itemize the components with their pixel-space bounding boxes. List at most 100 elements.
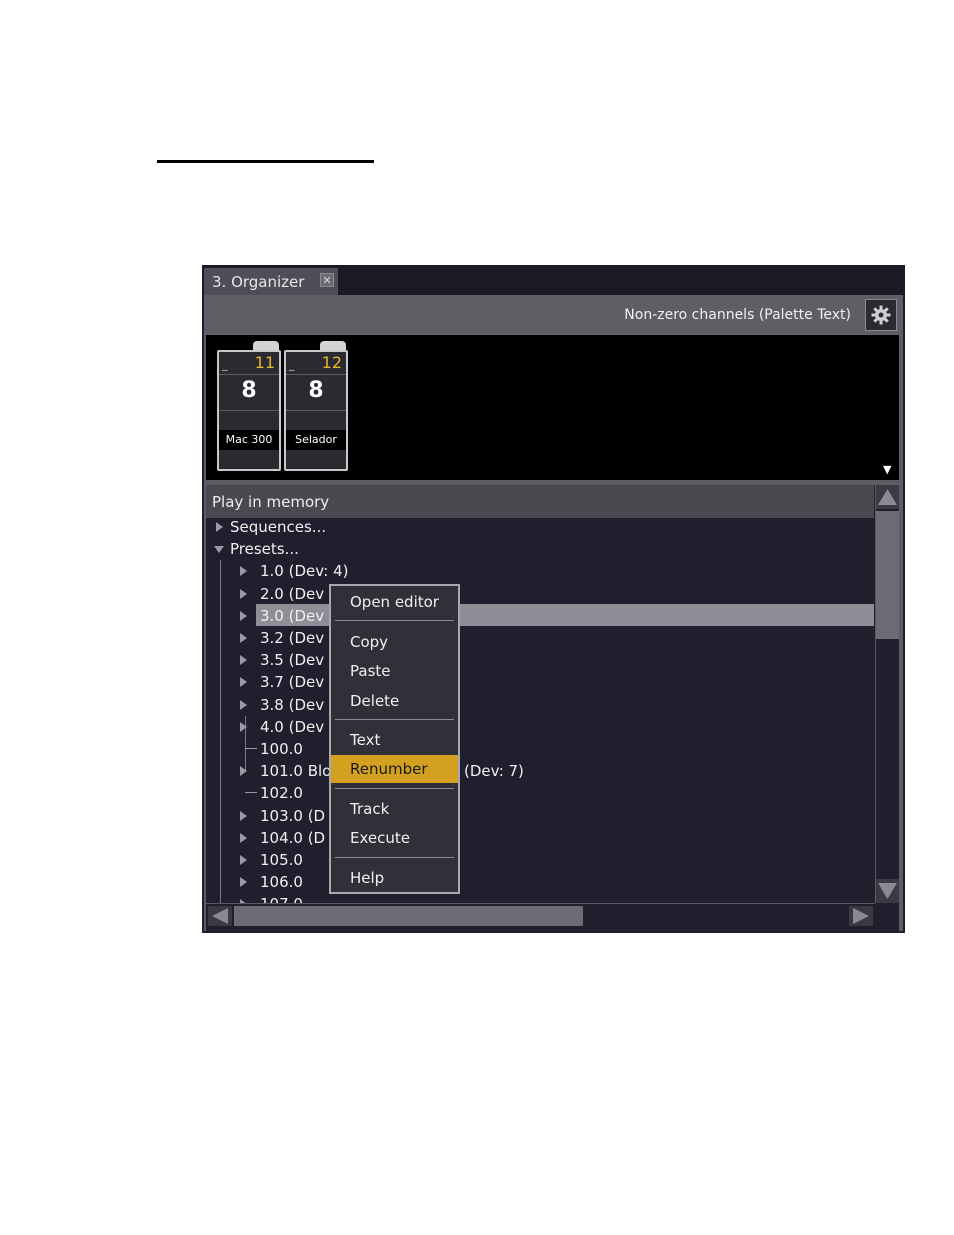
gear-icon [871, 305, 891, 325]
fixture-name: Selador [286, 430, 346, 450]
tree-leaf-connector [245, 792, 257, 794]
chevron-right-icon[interactable] [240, 810, 247, 821]
tree-item-label: 103.0 (D [260, 806, 326, 825]
fixture-value: 8 [308, 378, 324, 403]
tree-item-label: 3.8 (Dev [260, 695, 325, 714]
tree-item-label: 4.0 (Dev [260, 717, 325, 736]
tree-item-suffix: (Dev: 7) [464, 762, 524, 781]
chevron-right-icon[interactable] [240, 699, 247, 710]
fixture-divider [219, 410, 279, 411]
fixture-value: 8 [241, 378, 257, 403]
tree-header-label: Play in memory [212, 493, 330, 511]
tree-item-label: 3.2 (Dev [260, 629, 325, 647]
chevron-right-icon[interactable] [240, 677, 247, 688]
scroll-up-button[interactable] [876, 485, 899, 509]
menu-item-label: Track [350, 800, 390, 818]
tree-item-label: 3.0 (Dev [260, 606, 325, 625]
tree-guide-line [220, 560, 221, 921]
tree-header: Play in memory [206, 485, 874, 518]
menu-item-track[interactable]: Track [331, 795, 458, 823]
fixture-tile[interactable]: _ 11 8 Mac 300 [217, 341, 281, 471]
fixture-dash: _ [289, 358, 295, 371]
tab-organizer[interactable]: 3. Organizer ✕ [204, 268, 338, 295]
menu-item-help[interactable]: Help [331, 864, 458, 892]
menu-item-label: Renumber [350, 760, 428, 778]
fixture-name: Mac 300 [219, 430, 279, 450]
chevron-right-icon[interactable] [240, 766, 247, 777]
tree-view: Play in memory Sequences... Presets... 1.0… [206, 485, 899, 931]
arrow-down-icon [878, 883, 897, 899]
fixture-dash: _ [222, 358, 228, 371]
menu-item-execute[interactable]: Execute [331, 824, 458, 852]
chevron-right-icon[interactable] [240, 610, 247, 621]
organizer-window: 3. Organizer ✕ Non-zero channels (Palett… [202, 265, 905, 933]
menu-item-label: Paste [350, 662, 391, 680]
tab-title: 3. Organizer [212, 273, 305, 291]
tree-item-label: 102.0 [260, 784, 303, 803]
chevron-right-icon[interactable] [216, 522, 223, 532]
menu-item-label: Execute [350, 829, 410, 847]
scroll-left-button[interactable] [208, 906, 232, 926]
tree-item-label: Sequences... [230, 518, 327, 536]
fixture-scroll-down-icon[interactable]: ▼ [883, 463, 891, 476]
menu-item-label: Text [350, 731, 381, 749]
fixture-number: 12 [321, 353, 342, 372]
page-rule [157, 160, 374, 163]
tree-item-label: 3.7 (Dev [260, 673, 325, 692]
fixture-divider [286, 374, 346, 375]
menu-separator [335, 620, 454, 621]
fixture-divider [219, 374, 279, 375]
fixture-body: _ 11 8 Mac 300 [217, 350, 281, 471]
arrow-left-icon [212, 908, 228, 924]
tree-item-label: 105.0 [260, 851, 303, 869]
tree-item-label: 104.0 (D [260, 828, 326, 847]
scroll-right-button[interactable] [849, 906, 873, 926]
menu-item-open-editor[interactable]: Open editor [331, 588, 458, 616]
fixture-divider [286, 410, 346, 411]
tree-item-label: 2.0 (Dev [260, 584, 325, 603]
chevron-right-icon[interactable] [240, 855, 247, 865]
organizer-panel: Non-zero channels (Palette Text) _ 11 8 … [204, 295, 903, 931]
settings-button[interactable] [865, 299, 897, 331]
arrow-up-icon [878, 489, 897, 505]
chevron-right-icon[interactable] [240, 832, 247, 843]
menu-separator [335, 719, 454, 720]
vertical-scrollbar[interactable] [875, 485, 899, 903]
context-menu: Open editor Copy Paste Delete Text Renumber Tr… [329, 584, 460, 894]
chevron-right-icon[interactable] [240, 633, 247, 643]
menu-item-delete[interactable]: Delete [331, 687, 458, 715]
tree-item-label: 100.0 [260, 740, 303, 758]
menu-item-label: Help [350, 869, 385, 887]
fixture-strip: _ 11 8 Mac 300 _ 12 8 Selador ▼ [206, 335, 899, 480]
vertical-scroll-thumb[interactable] [876, 511, 899, 639]
arrow-right-icon [853, 908, 869, 924]
tab-bar: 3. Organizer ✕ [202, 265, 905, 295]
chevron-right-icon[interactable] [240, 566, 247, 577]
tree-item-label: 101.0 Blo [260, 762, 332, 781]
tree-item-label: Presets... [230, 540, 299, 559]
scroll-down-button[interactable] [876, 879, 899, 903]
chevron-right-icon[interactable] [240, 588, 247, 599]
menu-separator [335, 788, 454, 789]
menu-item-label: Open editor [350, 593, 439, 611]
chevron-right-icon[interactable] [240, 721, 247, 732]
menu-item-renumber[interactable]: Renumber [331, 755, 458, 783]
info-bar: Non-zero channels (Palette Text) [204, 295, 903, 335]
tree-item-label: 1.0 (Dev: 4) [260, 562, 349, 581]
menu-item-paste[interactable]: Paste [331, 657, 458, 685]
fixture-body: _ 12 8 Selador [284, 350, 348, 471]
horizontal-scroll-thumb[interactable] [234, 906, 583, 926]
horizontal-scrollbar[interactable] [206, 903, 875, 928]
chevron-right-icon[interactable] [240, 655, 247, 666]
info-bar-text: Non-zero channels (Palette Text) [624, 307, 851, 323]
fixture-tile[interactable]: _ 12 8 Selador [284, 341, 348, 471]
menu-item-text[interactable]: Text [331, 726, 458, 754]
chevron-down-icon[interactable] [214, 546, 224, 554]
menu-item-copy[interactable]: Copy [331, 628, 458, 656]
chevron-right-icon[interactable] [240, 877, 247, 888]
menu-item-label: Copy [350, 633, 389, 651]
close-icon[interactable]: ✕ [320, 273, 334, 287]
fixture-number: 11 [254, 353, 275, 372]
tree-item-label: 106.0 [260, 873, 303, 892]
menu-item-label: Delete [350, 692, 400, 710]
